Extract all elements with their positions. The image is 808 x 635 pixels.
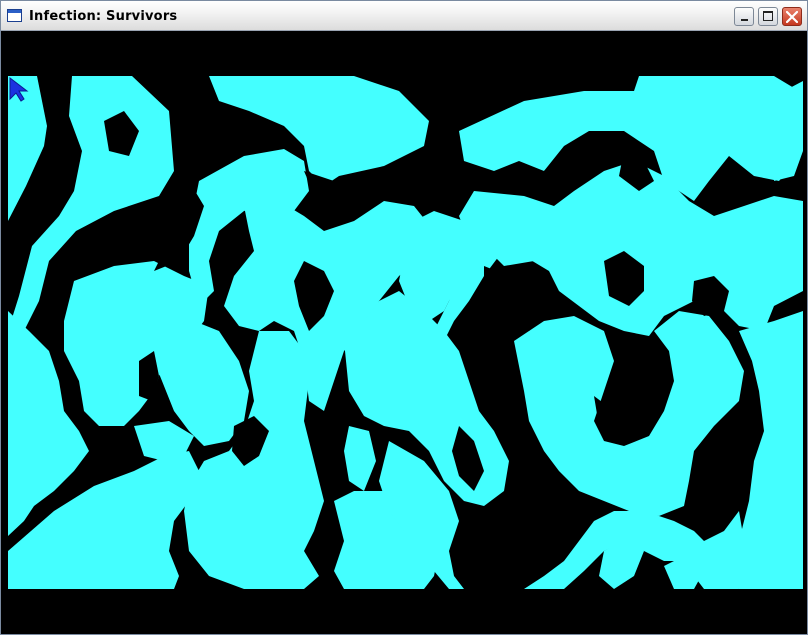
minimize-button[interactable]: [734, 7, 754, 26]
terrain-mass: [344, 426, 376, 491]
maximize-icon: [763, 11, 773, 21]
player-cursor-icon[interactable]: [8, 77, 30, 103]
infection-maze: [8, 76, 803, 589]
close-icon: [786, 11, 798, 23]
dark-channel: [484, 266, 544, 331]
dark-channel: [594, 396, 644, 441]
app-window-icon[interactable]: [7, 9, 22, 22]
game-window: Infection: Survivors: [0, 0, 808, 635]
close-button[interactable]: [782, 7, 802, 26]
terrain-mass: [514, 311, 744, 516]
game-canvas[interactable]: [4, 31, 806, 634]
window-title: Infection: Survivors: [29, 9, 178, 24]
minimize-icon: [741, 19, 748, 21]
maximize-button[interactable]: [758, 7, 778, 26]
title-bar[interactable]: Infection: Survivors: [1, 1, 807, 31]
